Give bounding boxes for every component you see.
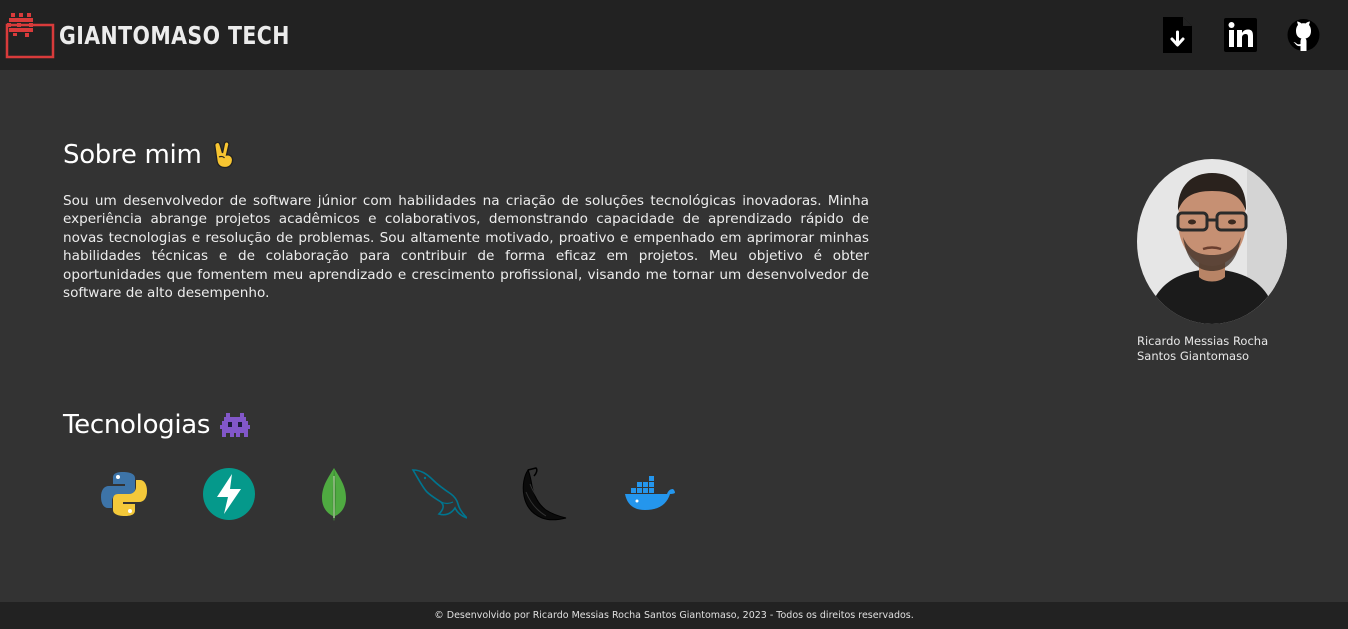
alien-monster-icon [220, 413, 251, 437]
brand[interactable]: GIANTOMASO TECH [5, 11, 341, 59]
victory-hand-icon [214, 141, 234, 169]
profile-photo [1137, 159, 1287, 324]
brand-name: GIANTOMASO TECH [59, 20, 290, 50]
social-links [1161, 15, 1320, 55]
about-title: Sobre mim [63, 140, 869, 170]
fastapi-icon [203, 468, 255, 520]
python-icon [101, 472, 147, 516]
footer-text: © Desenvolvido por Ricardo Messias Rocha… [434, 610, 914, 621]
about-paragraph: Sou um desenvolvedor de software júnior … [63, 193, 869, 302]
technologies-title: Tecnologias [63, 410, 726, 440]
technologies-list [96, 466, 726, 522]
github-icon[interactable] [1287, 15, 1320, 55]
profile-name-line1: Ricardo Messias Rocha [1137, 334, 1269, 348]
profile-card: Ricardo Messias Rocha Santos Giantomaso [1137, 159, 1297, 364]
linkedin-icon[interactable] [1224, 15, 1257, 55]
profile-name: Ricardo Messias Rocha Santos Giantomaso [1137, 334, 1297, 364]
profile-name-line2: Santos Giantomaso [1137, 349, 1250, 363]
technologies-section: Tecnologias [63, 410, 726, 522]
about-title-text: Sobre mim [63, 140, 202, 170]
mysql-icon [411, 469, 467, 519]
flask-icon [522, 467, 567, 521]
footer: © Desenvolvido por Ricardo Messias Rocha… [0, 602, 1348, 629]
navbar: GIANTOMASO TECH [0, 0, 1348, 70]
logo-icon [5, 13, 55, 59]
about-section: Sobre mim Sou um desenvolvedor de softwa… [63, 140, 869, 302]
technologies-title-text: Tecnologias [63, 410, 211, 440]
file-download-icon[interactable] [1161, 15, 1194, 55]
mongodb-icon [322, 468, 346, 521]
docker-icon [625, 476, 675, 510]
